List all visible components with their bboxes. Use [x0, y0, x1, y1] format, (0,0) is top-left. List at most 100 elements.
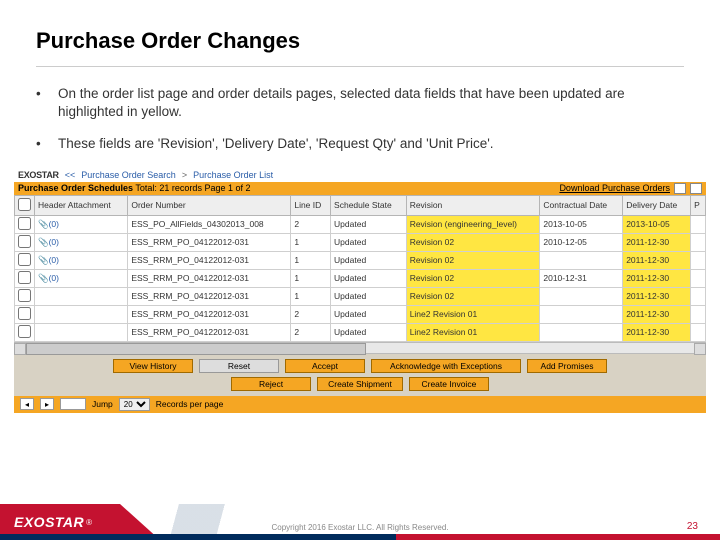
- row-checkbox[interactable]: [18, 289, 31, 302]
- row-checkbox[interactable]: [18, 325, 31, 338]
- contractual-date-cell: [540, 323, 623, 341]
- bullet-dot: •: [36, 135, 58, 153]
- schedules-label: Purchase Order Schedules: [18, 183, 133, 193]
- trailing-cell: [691, 305, 706, 323]
- line-id-cell: 2: [291, 215, 331, 233]
- order-number-cell[interactable]: ESS_RRM_PO_04122012-031: [128, 305, 291, 323]
- perpage-select[interactable]: 20: [119, 398, 150, 411]
- order-number-cell[interactable]: ESS_RRM_PO_04122012-031: [128, 269, 291, 287]
- table-row: 📎(0)ESS_RRM_PO_04122012-0311UpdatedRevis…: [15, 251, 706, 269]
- attachment-cell[interactable]: [35, 287, 128, 305]
- registered-mark: ®: [86, 518, 92, 527]
- action-button-area: View History Reset Accept Acknowledge wi…: [14, 354, 706, 396]
- delivery-date-cell: 2011-12-30: [623, 305, 691, 323]
- attachment-cell[interactable]: [35, 305, 128, 323]
- breadcrumb-back[interactable]: <<: [65, 170, 76, 180]
- state-cell: Updated: [331, 305, 407, 323]
- slide-footer: EXOSTAR® Copyright 2016 Exostar LLC. All…: [0, 504, 720, 540]
- trailing-cell: [691, 269, 706, 287]
- footer-stripe: [0, 534, 720, 540]
- row-checkbox[interactable]: [18, 217, 31, 230]
- exostar-logo-small: EXOSTAR: [18, 170, 59, 180]
- col-header[interactable]: Contractual Date: [540, 195, 623, 215]
- horizontal-scrollbar[interactable]: [14, 342, 706, 354]
- contractual-date-cell: 2010-12-31: [540, 269, 623, 287]
- jump-input[interactable]: [60, 398, 86, 410]
- revision-cell: Revision (engineering_level): [406, 215, 540, 233]
- po-table: Header Attachment Order Number Line ID S…: [14, 195, 706, 342]
- create-shipment-button[interactable]: Create Shipment: [317, 377, 403, 391]
- view-history-button[interactable]: View History: [113, 359, 193, 373]
- attachment-cell[interactable]: 📎(0): [35, 251, 128, 269]
- line-id-cell: 1: [291, 233, 331, 251]
- table-row: ESS_RRM_PO_04122012-0312UpdatedLine2 Rev…: [15, 305, 706, 323]
- breadcrumb-link[interactable]: Purchase Order List: [193, 170, 273, 180]
- delivery-date-cell: 2011-12-30: [623, 251, 691, 269]
- order-number-cell[interactable]: ESS_RRM_PO_04122012-031: [128, 233, 291, 251]
- copyright-text: Copyright 2016 Exostar LLC. All Rights R…: [272, 523, 449, 532]
- col-header[interactable]: Line ID: [291, 195, 331, 215]
- pager-next-icon[interactable]: ▸: [40, 398, 54, 410]
- contractual-date-cell: 2013-10-05: [540, 215, 623, 233]
- line-id-cell: 1: [291, 269, 331, 287]
- order-number-cell[interactable]: ESS_RRM_PO_04122012-031: [128, 323, 291, 341]
- col-header[interactable]: P: [691, 195, 706, 215]
- col-header[interactable]: Delivery Date: [623, 195, 691, 215]
- row-checkbox[interactable]: [18, 235, 31, 248]
- select-all-checkbox[interactable]: [18, 198, 31, 211]
- line-id-cell: 1: [291, 251, 331, 269]
- schedules-summary: Total: 21 records Page 1 of 2: [135, 183, 250, 193]
- delivery-date-cell: 2011-12-30: [623, 323, 691, 341]
- bullet-list: •On the order list page and order detail…: [36, 85, 684, 154]
- attachment-cell[interactable]: 📎(0): [35, 269, 128, 287]
- accept-button[interactable]: Accept: [285, 359, 365, 373]
- exostar-logo: EXOSTAR: [14, 514, 84, 530]
- trailing-cell: [691, 233, 706, 251]
- col-header[interactable]: Order Number: [128, 195, 291, 215]
- revision-cell: Revision 02: [406, 233, 540, 251]
- breadcrumb-link[interactable]: Purchase Order Search: [81, 170, 176, 180]
- table-row: ESS_RRM_PO_04122012-0311UpdatedRevision …: [15, 287, 706, 305]
- state-cell: Updated: [331, 215, 407, 233]
- row-checkbox[interactable]: [18, 307, 31, 320]
- attachment-cell[interactable]: 📎(0): [35, 215, 128, 233]
- order-number-cell[interactable]: ESS_RRM_PO_04122012-031: [128, 251, 291, 269]
- line-id-cell: 1: [291, 287, 331, 305]
- scrollbar-thumb[interactable]: [26, 343, 366, 355]
- ack-exceptions-button[interactable]: Acknowledge with Exceptions: [371, 359, 521, 373]
- contractual-date-cell: [540, 251, 623, 269]
- download-link[interactable]: Download Purchase Orders: [559, 183, 670, 193]
- col-header[interactable]: Revision: [406, 195, 540, 215]
- attachment-cell[interactable]: [35, 323, 128, 341]
- row-checkbox[interactable]: [18, 271, 31, 284]
- order-number-cell[interactable]: ESS_PO_AllFields_04302013_008: [128, 215, 291, 233]
- trailing-cell: [691, 323, 706, 341]
- state-cell: Updated: [331, 287, 407, 305]
- pager-prev-icon[interactable]: ◂: [20, 398, 34, 410]
- bullet-text: These fields are 'Revision', 'Delivery D…: [58, 135, 494, 153]
- excel-icon[interactable]: [674, 183, 686, 194]
- breadcrumb: EXOSTAR << Purchase Order Search > Purch…: [14, 168, 706, 182]
- col-header[interactable]: Schedule State: [331, 195, 407, 215]
- revision-cell: Line2 Revision 01: [406, 305, 540, 323]
- table-row: ESS_RRM_PO_04122012-0312UpdatedLine2 Rev…: [15, 323, 706, 341]
- table-header-row: Header Attachment Order Number Line ID S…: [15, 195, 706, 215]
- reset-button[interactable]: Reset: [199, 359, 279, 373]
- add-promises-button[interactable]: Add Promises: [527, 359, 607, 373]
- settings-icon[interactable]: [690, 183, 702, 194]
- attachment-cell[interactable]: 📎(0): [35, 233, 128, 251]
- breadcrumb-sep: >: [182, 170, 187, 180]
- perpage-label: Records per page: [156, 399, 224, 409]
- table-row: 📎(0)ESS_PO_AllFields_04302013_0082Update…: [15, 215, 706, 233]
- embedded-screenshot: EXOSTAR << Purchase Order Search > Purch…: [14, 168, 706, 413]
- row-checkbox[interactable]: [18, 253, 31, 266]
- contractual-date-cell: 2010-12-05: [540, 233, 623, 251]
- create-invoice-button[interactable]: Create Invoice: [409, 377, 489, 391]
- order-number-cell[interactable]: ESS_RRM_PO_04122012-031: [128, 287, 291, 305]
- reject-button[interactable]: Reject: [231, 377, 311, 391]
- delivery-date-cell: 2011-12-30: [623, 287, 691, 305]
- schedules-bar: Purchase Order Schedules Total: 21 recor…: [14, 182, 706, 195]
- revision-cell: Revision 02: [406, 287, 540, 305]
- col-header[interactable]: Header Attachment: [35, 195, 128, 215]
- trailing-cell: [691, 215, 706, 233]
